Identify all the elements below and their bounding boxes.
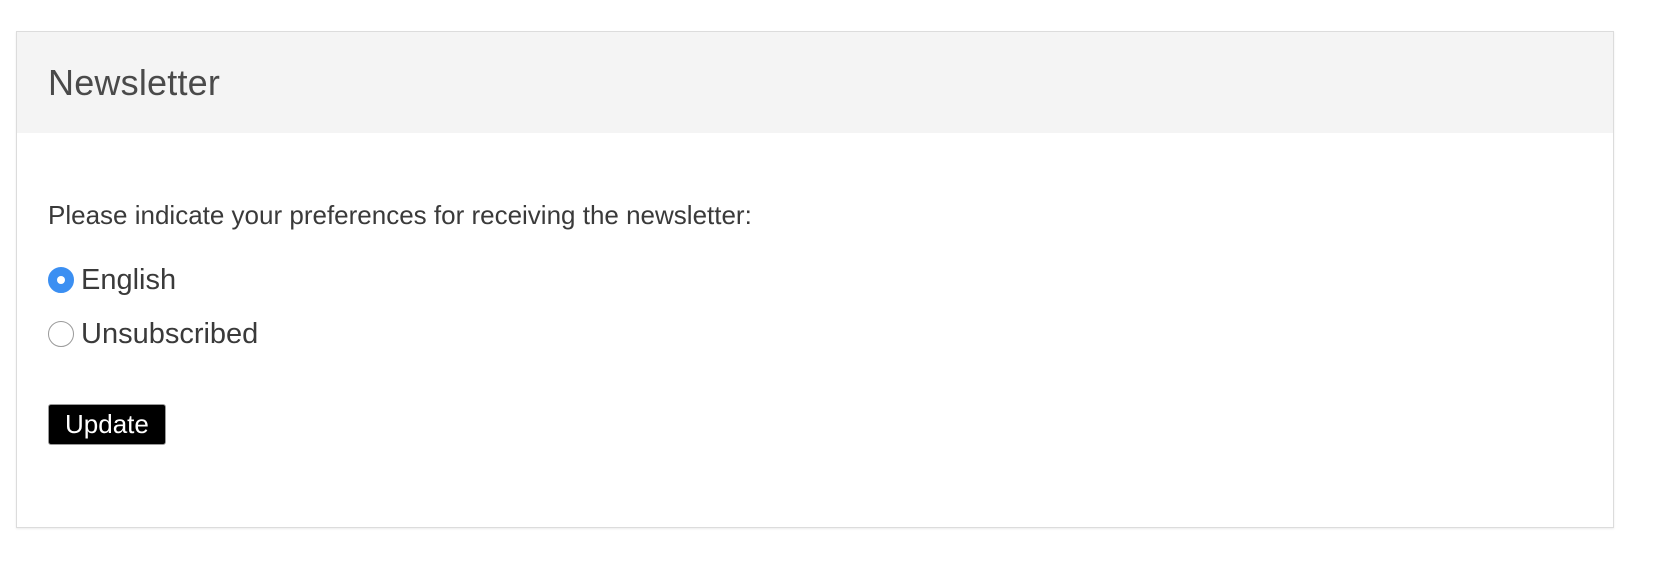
radio-english-label: English	[81, 264, 177, 296]
radio-unsubscribed-label: Unsubscribed	[81, 318, 259, 350]
radio-option-unsubscribed[interactable]: Unsubscribed	[48, 317, 258, 351]
panel-header: Newsletter	[17, 32, 1613, 133]
update-button[interactable]: Update	[48, 404, 166, 445]
panel-title: Newsletter	[48, 61, 221, 103]
preferences-prompt: Please indicate your preferences for rec…	[48, 200, 752, 230]
radio-english-button[interactable]	[48, 267, 74, 293]
radio-unsubscribed-button[interactable]	[48, 321, 74, 347]
newsletter-panel: Newsletter Please indicate your preferen…	[16, 31, 1614, 528]
radio-option-english[interactable]: English	[48, 263, 176, 297]
